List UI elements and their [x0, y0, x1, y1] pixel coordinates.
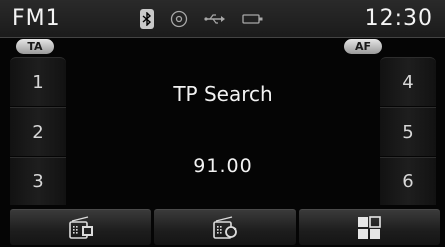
battery-icon	[242, 14, 263, 24]
status-bar: FM1 12:30	[0, 0, 445, 38]
disc-icon	[170, 10, 188, 28]
preset-button-5[interactable]: 5	[380, 107, 436, 156]
preset-column-left: 1 2 3	[10, 57, 66, 205]
menu-grid-button[interactable]	[298, 209, 440, 245]
status-icons	[140, 9, 264, 29]
usb-icon	[204, 14, 225, 24]
radio-presets-button[interactable]	[10, 209, 152, 245]
preset-column-right: 4 5 6	[380, 57, 436, 205]
frequency-display: 91.00	[193, 155, 253, 177]
band-label: FM1	[12, 6, 61, 31]
menu-grid-icon	[358, 215, 382, 239]
ta-toggle-button[interactable]: TA	[16, 39, 54, 54]
clock: 12:30	[364, 6, 433, 31]
preset-button-1[interactable]: 1	[10, 57, 66, 106]
radio-presets-icon	[68, 215, 93, 239]
radio-screen: FM1 12:30 TA AF 1 2 3 4 5 6 TP Search 91…	[0, 0, 445, 247]
status-message: TP Search	[173, 82, 273, 106]
af-toggle-button[interactable]: AF	[344, 39, 382, 54]
preset-button-6[interactable]: 6	[380, 157, 436, 205]
preset-button-3[interactable]: 3	[10, 157, 66, 205]
preset-button-4[interactable]: 4	[380, 57, 436, 106]
bottom-bar	[10, 209, 440, 245]
bluetooth-icon	[140, 9, 154, 29]
radio-scan-button[interactable]	[154, 209, 296, 245]
radio-scan-icon	[213, 215, 237, 239]
preset-button-2[interactable]: 2	[10, 107, 66, 156]
